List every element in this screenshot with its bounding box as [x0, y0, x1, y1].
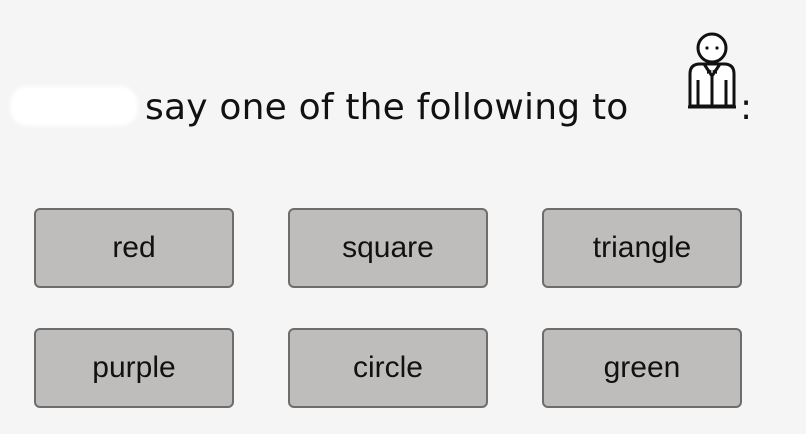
choice-button-triangle[interactable]: triangle [542, 208, 742, 288]
choice-label: purple [92, 351, 176, 384]
choice-button-purple[interactable]: purple [34, 328, 234, 408]
prompt-text: say one of the following to [145, 87, 629, 128]
choice-label: triangle [592, 231, 692, 264]
choice-label: green [603, 351, 681, 384]
choice-button-green[interactable]: green [542, 328, 742, 408]
choice-button-circle[interactable]: circle [288, 328, 488, 408]
choice-button-red[interactable]: red [34, 208, 234, 288]
choice-button-square[interactable]: square [288, 208, 488, 288]
choice-label: circle [352, 351, 423, 384]
prompt-colon: : [740, 87, 753, 128]
redacted-name [10, 86, 138, 126]
choice-grid: red square triangle purple circle green [34, 208, 742, 408]
person-icon [688, 32, 736, 109]
choice-label: red [112, 231, 156, 264]
choice-label: square [342, 231, 434, 264]
